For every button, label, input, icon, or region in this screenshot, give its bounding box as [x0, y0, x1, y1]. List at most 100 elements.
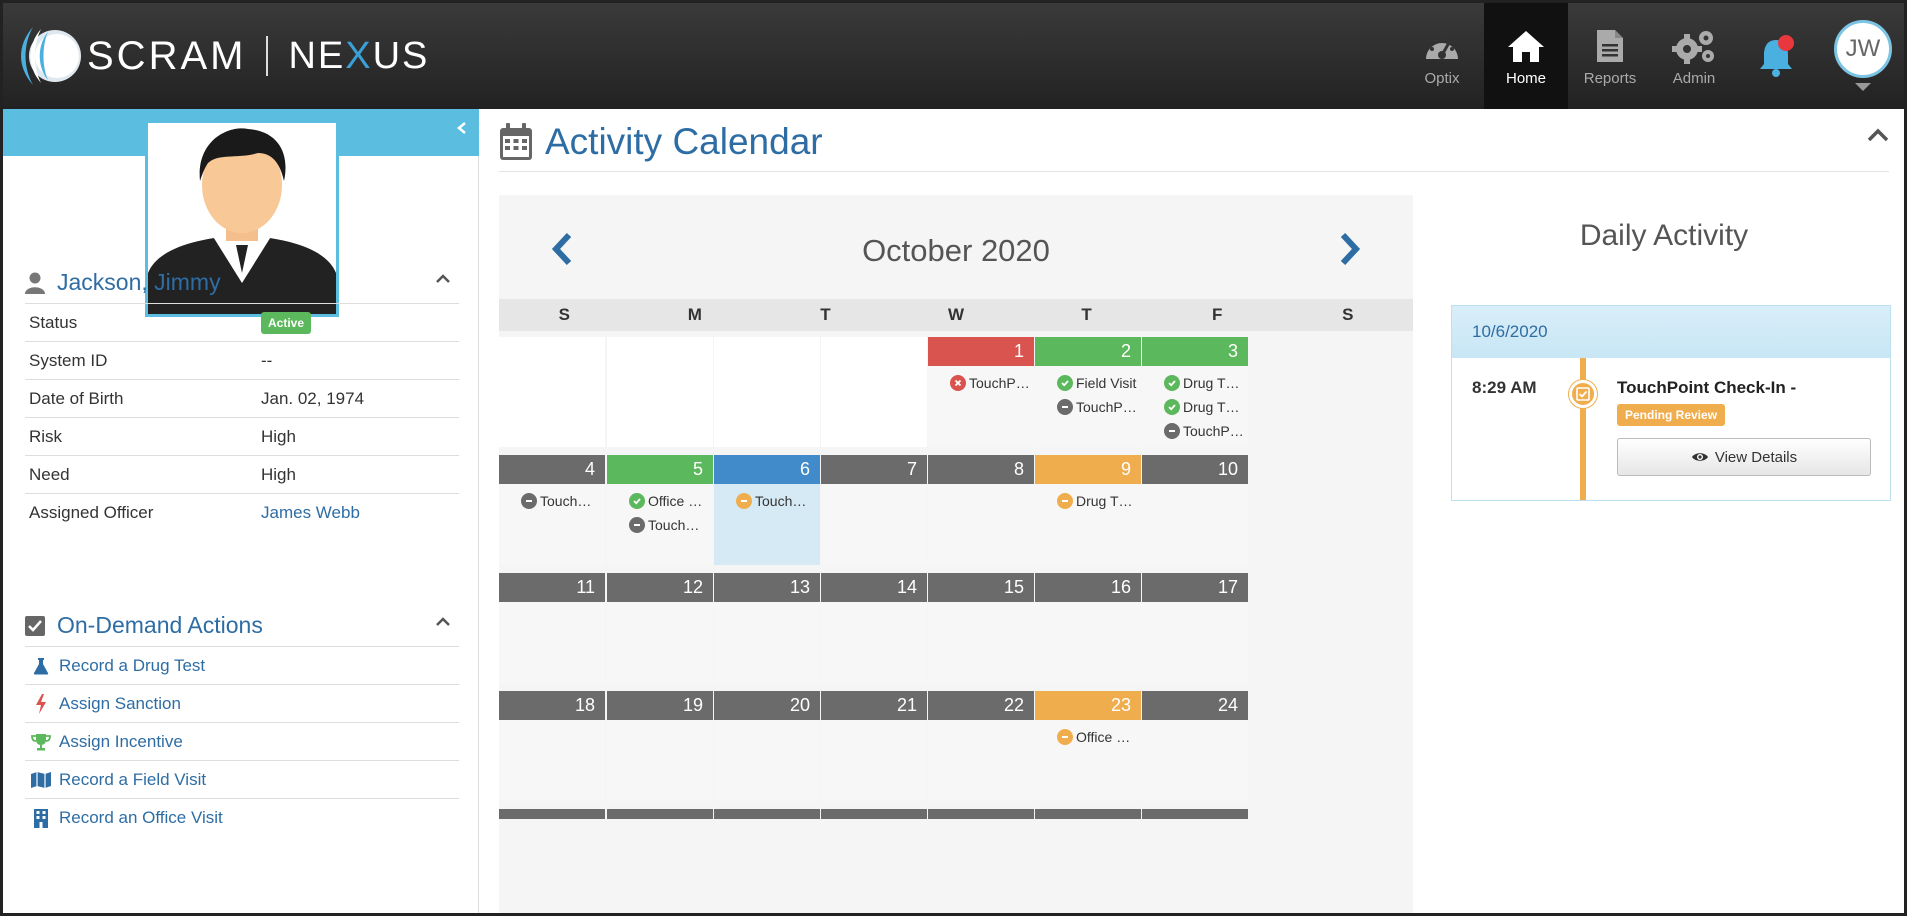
nav-reports[interactable]: Reports	[1568, 3, 1652, 109]
map-icon	[27, 771, 55, 789]
calendar-event[interactable]: Drug T…	[1164, 395, 1248, 419]
calendar-day-19[interactable]: 19	[607, 691, 713, 801]
dob-value: Jan. 02, 1974	[261, 388, 365, 408]
logo-text-nexus: NEXUS	[288, 35, 429, 78]
user-menu[interactable]: JW	[1816, 3, 1904, 109]
calendar-day-14[interactable]: 14	[821, 573, 927, 683]
collapse-sidebar-button[interactable]	[456, 121, 468, 140]
calendar-day-10[interactable]: 10	[1142, 455, 1248, 565]
event-label: Drug T…	[1183, 375, 1240, 391]
action-record-office-visit[interactable]: Record an Office Visit	[25, 799, 459, 837]
collapse-panel-button[interactable]	[1866, 127, 1890, 148]
nav-label-reports: Reports	[1583, 69, 1637, 87]
user-icon	[25, 272, 45, 294]
calendar-empty-cell	[607, 337, 713, 447]
calendar-day-13[interactable]: 13	[714, 573, 820, 683]
day-number: 8	[928, 455, 1034, 484]
event-label: Drug T…	[1183, 399, 1240, 415]
calendar-event[interactable]: TouchP…	[1164, 419, 1248, 443]
day-events	[821, 720, 927, 725]
event-label: Office …	[1076, 729, 1131, 745]
day-number: 6	[714, 455, 820, 484]
calendar-header: October 2020	[499, 195, 1413, 299]
scram-nexus-logo[interactable]: SCRAM NEXUS	[21, 21, 429, 91]
day-number: 7	[821, 455, 927, 484]
calendar-day-18[interactable]: 18	[499, 691, 605, 801]
day-number: 24	[1142, 691, 1248, 720]
officer-link[interactable]: James Webb	[261, 503, 360, 523]
day-events	[821, 602, 927, 607]
day-events	[821, 484, 927, 489]
calendar-day-2[interactable]: 2 Field Visit TouchP…	[1035, 337, 1141, 447]
client-name-header[interactable]: Jackson, Jimmy	[25, 262, 459, 304]
calendar-event[interactable]: Office …	[1057, 725, 1141, 749]
action-label: Assign Sanction	[59, 693, 181, 713]
day-number: 2	[1035, 337, 1141, 366]
action-assign-sanction[interactable]: Assign Sanction	[25, 685, 459, 723]
need-label: Need	[29, 464, 70, 484]
calendar-day-3[interactable]: 3 Drug T… Drug T… TouchP…	[1142, 337, 1248, 447]
calendar-day-8[interactable]: 8	[928, 455, 1034, 565]
gears-icon	[1671, 26, 1717, 66]
day-events	[607, 602, 713, 607]
calendar-day-6[interactable]: 6 Touch…	[714, 455, 820, 565]
info-row-system-id: System ID --	[25, 342, 459, 380]
calendar-event[interactable]: Touch…	[629, 513, 713, 537]
notifications-button[interactable]	[1736, 3, 1816, 109]
nav-admin[interactable]: Admin	[1652, 3, 1736, 109]
view-details-button[interactable]: View Details	[1617, 438, 1871, 476]
flask-icon	[27, 657, 55, 675]
dob-label: Date of Birth	[29, 388, 124, 408]
action-record-drug-test[interactable]: Record a Drug Test	[25, 647, 459, 685]
calendar-day-16[interactable]: 16	[1035, 573, 1141, 683]
day-number: 9	[1035, 455, 1141, 484]
calendar-day-12[interactable]: 12	[607, 573, 713, 683]
day-events: Drug T…	[1035, 484, 1141, 513]
calendar-day-9[interactable]: 9 Drug T…	[1035, 455, 1141, 565]
chevron-right-icon	[1340, 232, 1361, 266]
action-record-field-visit[interactable]: Record a Field Visit	[25, 761, 459, 799]
action-label: Record an Office Visit	[59, 808, 223, 827]
day-number: 15	[928, 573, 1034, 602]
eye-icon	[1691, 453, 1708, 461]
day-events	[1035, 602, 1141, 607]
logo-nexus-x: X	[345, 34, 373, 77]
calendar-event[interactable]: Office …	[629, 489, 713, 513]
day-events: Office …	[1035, 720, 1141, 749]
calendar-event[interactable]: Touch…	[521, 489, 605, 513]
day-events	[714, 602, 820, 607]
calendar-day-20[interactable]: 20	[714, 691, 820, 801]
calendar-day-15[interactable]: 15	[928, 573, 1034, 683]
actions-header[interactable]: On-Demand Actions	[25, 605, 459, 647]
day-events: Office … Touch…	[607, 484, 713, 537]
calendar-day-5[interactable]: 5 Office … Touch…	[607, 455, 713, 565]
calendar-day-17[interactable]: 17	[1142, 573, 1248, 683]
calendar-day-1[interactable]: 1 TouchP…	[928, 337, 1034, 447]
checkbox-icon	[25, 615, 45, 636]
day-number: 1	[928, 337, 1034, 366]
calendar-day-21[interactable]: 21	[821, 691, 927, 801]
calendar-event[interactable]: TouchP…	[1057, 395, 1141, 419]
calendar-day-23[interactable]: 23 Office …	[1035, 691, 1141, 801]
calendar-event[interactable]: Touch…	[736, 489, 820, 513]
calendar-day-7[interactable]: 7	[821, 455, 927, 565]
calendar-event[interactable]: Field Visit	[1057, 371, 1141, 395]
action-label: Record a Drug Test	[59, 655, 206, 675]
next-month-button[interactable]	[1337, 231, 1363, 272]
need-value: High	[261, 464, 296, 484]
calendar-day-24[interactable]: 24	[1142, 691, 1248, 801]
calendar-day-4[interactable]: 4 Touch…	[499, 455, 605, 565]
calendar-event[interactable]: TouchP…	[950, 371, 1034, 395]
nav-home[interactable]: Home	[1484, 3, 1568, 109]
action-assign-incentive[interactable]: Assign Incentive	[25, 723, 459, 761]
event-status-ok-icon	[1164, 375, 1180, 391]
chevron-up-icon	[1867, 128, 1889, 142]
calendar-day-11[interactable]: 11	[499, 573, 605, 683]
day-number: 5	[607, 455, 713, 484]
calendar-event[interactable]: Drug T…	[1057, 489, 1141, 513]
next-week-header-edge	[607, 809, 713, 819]
nav-optix[interactable]: Optix	[1400, 3, 1484, 109]
calendar-day-22[interactable]: 22	[928, 691, 1034, 801]
day-number: 11	[499, 573, 605, 602]
calendar-event[interactable]: Drug T…	[1164, 371, 1248, 395]
